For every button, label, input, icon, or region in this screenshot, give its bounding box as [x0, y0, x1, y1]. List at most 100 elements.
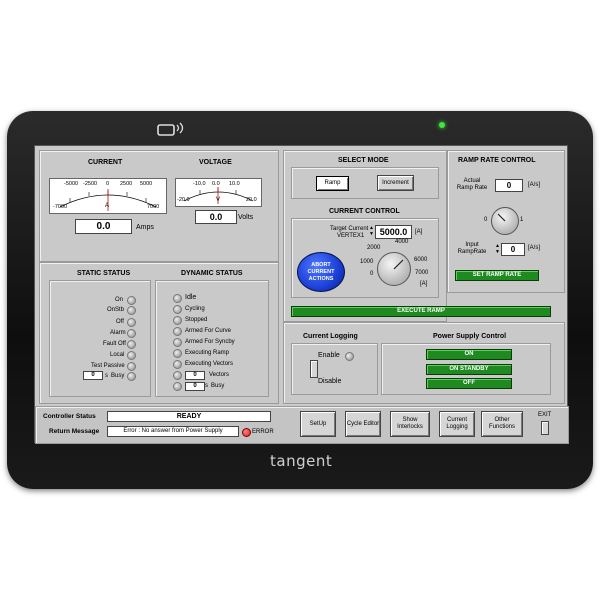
- target-current-sub-label: VERTEX1: [337, 233, 365, 239]
- static-status-label: OnStb: [107, 307, 125, 313]
- ramp-rate-knob[interactable]: [491, 207, 519, 235]
- dynamic-busy-counter: 0: [185, 382, 205, 391]
- nfc-icon: [157, 122, 184, 136]
- return-message-label: Return Message: [49, 428, 100, 435]
- current-unit-symbol: A: [105, 203, 110, 209]
- logging-disable-label: Disable: [318, 378, 342, 385]
- dynamic-status-led: [173, 349, 182, 358]
- current-meter-title: CURRENT: [88, 159, 123, 166]
- dynamic-status-label: Executing Ramp: [185, 350, 230, 356]
- dynamic-status-led: [173, 338, 182, 347]
- voltage-scale-tick: 10.0: [229, 181, 240, 187]
- current-scale-tick: -2500: [83, 181, 98, 187]
- static-busy-counter: 0: [83, 371, 103, 380]
- dynamic-status-led: [173, 360, 182, 369]
- current-logging-button[interactable]: Current Logging: [439, 411, 475, 437]
- power-supply-title: Power Supply Control: [433, 333, 507, 340]
- current-scale-tick: 2500: [120, 181, 133, 187]
- knob-scale-label: 0: [370, 271, 374, 277]
- static-status-label: Local: [110, 352, 125, 358]
- ramp-mode-button[interactable]: Ramp: [316, 176, 349, 191]
- dynamic-status-led: [173, 294, 182, 303]
- current-readout: 0.0: [75, 219, 132, 234]
- actual-ramp-rate-field: 0: [495, 179, 523, 192]
- actual-ramp-rate-unit: [A/s]: [528, 182, 541, 188]
- brand-logo: tangent: [270, 452, 333, 470]
- current-logging-title: Current Logging: [303, 333, 358, 340]
- dynamic-busy-unit: s: [205, 383, 208, 389]
- increment-mode-button[interactable]: Increment: [377, 175, 414, 191]
- power-standby-button[interactable]: ON STANDBY: [426, 364, 512, 375]
- dynamic-status-label: Cycling: [185, 306, 205, 312]
- knob-unit-label: [A]: [420, 281, 428, 287]
- input-ramp-rate-label: Input RampRate: [457, 242, 487, 255]
- exit-switch[interactable]: [541, 421, 549, 435]
- cycle-editor-button[interactable]: Cycle Editor: [345, 411, 381, 437]
- target-current-field[interactable]: 5000.0: [375, 225, 412, 239]
- current-scale-tick: -5000: [64, 181, 79, 187]
- camera-indicator-led: [439, 122, 445, 128]
- knob-scale-label: 2000: [367, 245, 381, 251]
- input-ramp-rate-field[interactable]: 0: [501, 243, 525, 256]
- setup-button[interactable]: SetUp: [300, 411, 336, 437]
- dynamic-status-led: [173, 316, 182, 325]
- ramp-knob-min-label: 0: [484, 217, 488, 223]
- target-current-label: Target Current: [330, 226, 369, 232]
- knob-scale-label: 6000: [414, 257, 428, 263]
- static-status-label: Test Passive: [91, 363, 125, 369]
- voltage-scale-tick: 0.0: [212, 181, 220, 187]
- dynamic-status-led: [173, 382, 182, 391]
- execute-ramp-button[interactable]: EXECUTE RAMP: [291, 306, 551, 317]
- static-status-led: [127, 372, 136, 381]
- select-mode-group: [291, 167, 439, 199]
- dynamic-status-label: Executing Vectors: [185, 361, 234, 367]
- static-status-led: [127, 306, 136, 315]
- abort-current-actions-button[interactable]: ABORT CURRENT ACTIONS: [297, 252, 345, 292]
- current-scale-tick: 5000: [140, 181, 153, 187]
- ramp-knob-max-label: 1: [520, 217, 524, 223]
- static-status-label: Busy: [111, 373, 125, 379]
- vectors-counter: 0: [185, 371, 205, 380]
- target-current-knob[interactable]: [377, 252, 411, 286]
- actual-ramp-rate-label: Actual Ramp Rate: [456, 178, 488, 191]
- logging-enable-led: [345, 352, 354, 361]
- dynamic-status-label: Vectors: [209, 372, 230, 378]
- power-off-button[interactable]: OFF: [426, 378, 512, 389]
- voltage-scale-tick: -20.0: [177, 197, 190, 203]
- controller-status-field: READY: [107, 411, 271, 422]
- static-status-led: [127, 351, 136, 360]
- static-status-led: [127, 296, 136, 305]
- dynamic-status-title: DYNAMIC STATUS: [181, 270, 243, 277]
- knob-scale-label: 1000: [360, 259, 374, 265]
- logging-toggle-switch[interactable]: [310, 360, 318, 378]
- dynamic-status-label: Armed For Curve: [185, 328, 232, 334]
- input-ramp-rate-spinner[interactable]: ▲ ▼: [495, 243, 500, 255]
- show-interlocks-button[interactable]: Show Interlocks: [390, 411, 430, 437]
- power-on-button[interactable]: ON: [426, 349, 512, 360]
- static-status-led: [127, 340, 136, 349]
- dynamic-status-led: [173, 305, 182, 314]
- dynamic-status-label: Busy: [211, 383, 225, 389]
- voltage-unit-symbol: V: [216, 197, 221, 203]
- static-status-led: [127, 329, 136, 338]
- target-current-spinner[interactable]: ▲ ▼: [369, 225, 374, 237]
- dynamic-status-led: [173, 327, 182, 336]
- hmi-screen: CURRENT VOLTAGE -5000 -2500 0 2500 5000 …: [34, 145, 569, 444]
- static-status-label: Fault Off: [103, 341, 126, 347]
- exit-label: EXIT: [538, 412, 552, 418]
- controller-status-label: Controller Status: [43, 413, 96, 420]
- knob-scale-label: 4000: [395, 239, 409, 245]
- static-status-title: STATIC STATUS: [77, 270, 131, 277]
- set-ramp-rate-button[interactable]: SET RAMP RATE: [455, 270, 539, 281]
- input-ramp-rate-unit: [A/s]: [528, 245, 541, 251]
- static-status-led: [127, 362, 136, 371]
- current-control-title: CURRENT CONTROL: [329, 208, 400, 215]
- abort-button-label: ABORT CURRENT ACTIONS: [307, 261, 335, 282]
- error-label: ERROR: [252, 429, 274, 435]
- other-functions-button[interactable]: Other Functions: [481, 411, 523, 437]
- current-scale-tick: 0: [106, 181, 110, 187]
- static-busy-unit: s: [105, 373, 108, 379]
- error-led: [242, 428, 251, 437]
- dynamic-status-led: [173, 371, 182, 380]
- voltage-scale-tick: -10.0: [193, 181, 206, 187]
